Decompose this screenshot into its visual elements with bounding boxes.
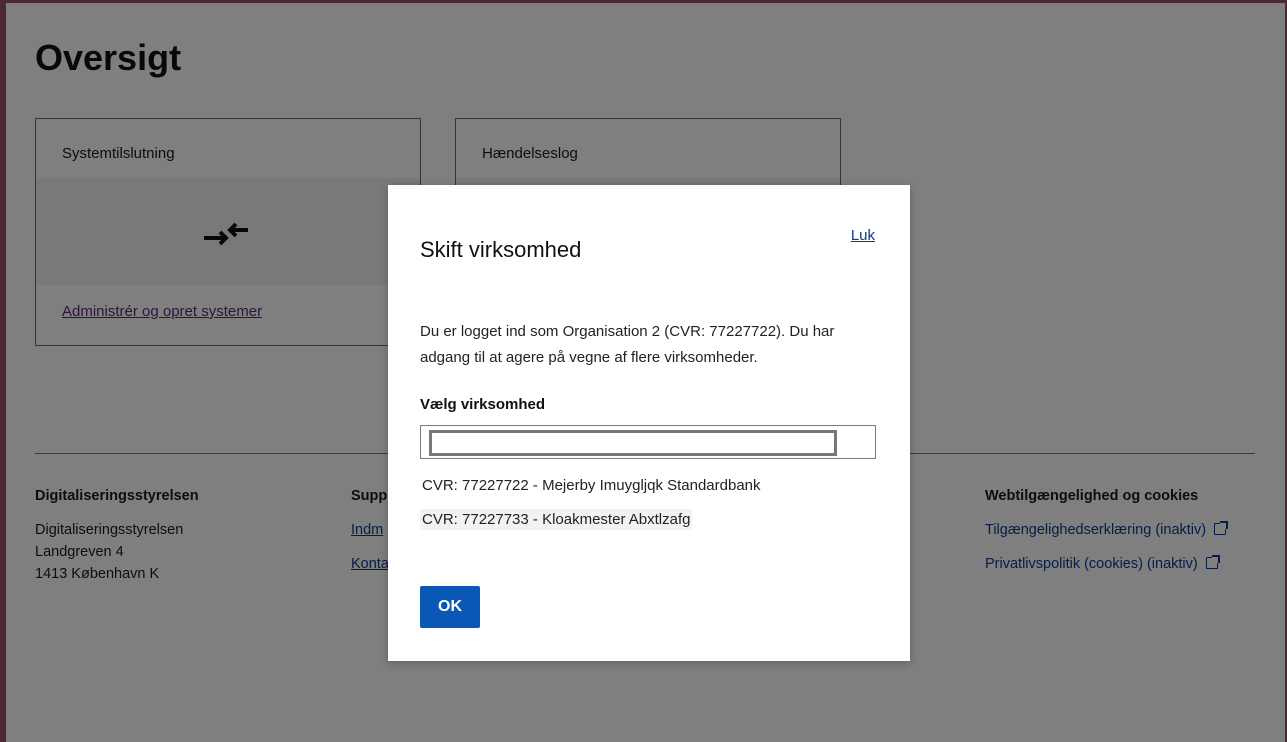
close-link[interactable]: Luk [851,227,875,244]
company-option[interactable]: CVR: 77227722 - Mejerby Imuygljqk Standa… [420,475,763,496]
company-combobox[interactable] [420,425,876,459]
company-search-input[interactable] [429,430,837,456]
dialog-intro: Du er logget ind som Organisation 2 (CVR… [420,323,835,366]
switch-company-dialog: Luk Skift virksomhed Du er logget ind so… [388,185,910,661]
company-option[interactable]: CVR: 77227733 - Kloakmester Abxtlzafg [420,509,693,530]
ok-button[interactable]: OK [420,586,480,628]
dialog-title: Skift virksomhed [420,237,582,262]
company-field-label: Vælg virksomhed [420,396,546,413]
